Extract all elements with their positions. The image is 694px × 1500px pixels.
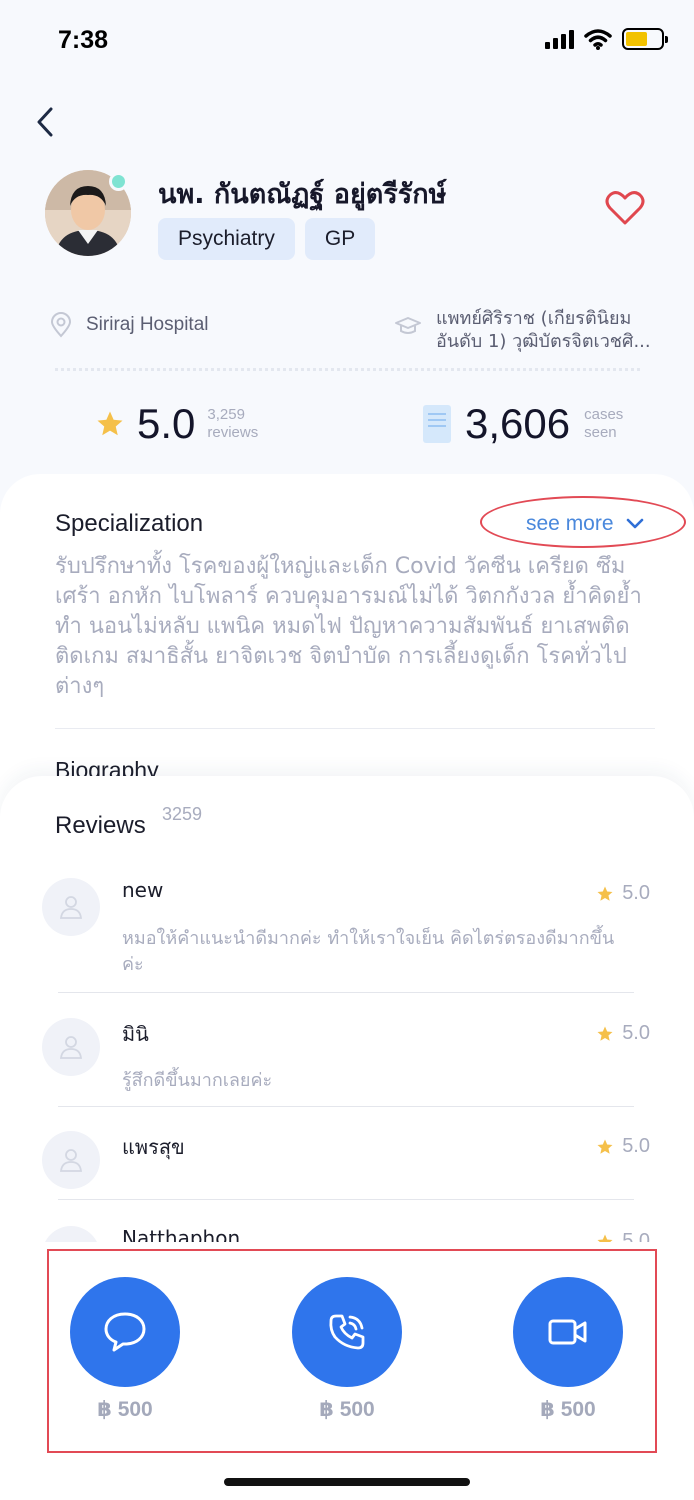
dotted-divider [55,368,640,371]
review-rating: 5.0 [596,1022,650,1045]
review-item: new 5.0 หมอให้คำแนะนำดีมากค่ะ ทำให้เราใจ… [42,878,652,996]
education-line-2: อันดับ 1) วุฒิบัตรจิตเวชศิ... [436,331,651,352]
chevron-left-icon [37,107,53,137]
online-status-indicator [109,172,128,191]
star-icon [97,411,123,436]
highlight-box [47,1249,657,1453]
tag-gp: GP [304,218,376,260]
education-line-1: แพทย์ศิริราช (เกียรตินิยม [436,308,632,329]
reviewer-name: แพรสุข [122,1135,185,1159]
reviews-count-small: 3,259 [207,406,245,423]
education-info: แพทย์ศิริราช (เกียรตินิยม อันดับ 1) วุฒิ… [394,307,666,353]
review-text: รู้สึกดีขึ้นมากเลยค่ะ [122,1070,273,1091]
home-indicator[interactable] [224,1478,470,1486]
reviews-title: Reviews [55,812,146,839]
star-icon [597,886,613,901]
cases-value: 3,606 [465,400,571,447]
review-item: แพรสุข 5.0 [42,1131,652,1203]
cases-stat: 3,606 cases seen [423,400,623,448]
favorite-button[interactable] [605,190,645,226]
star-icon [597,1139,613,1154]
review-divider [58,1199,634,1200]
review-rating: 5.0 [596,882,650,905]
specialty-tags: Psychiatry GP [158,218,376,260]
user-avatar-icon [42,1018,100,1076]
review-divider [58,1106,634,1107]
hospital-name: Siriraj Hospital [86,314,209,335]
rating-value: 5.0 [137,400,196,447]
review-item: มินิ 5.0 รู้สึกดีขึ้นมากเลยค่ะ [42,1018,652,1108]
tag-psychiatry: Psychiatry [158,218,295,260]
reviews-count: 3259 [162,804,203,824]
status-icons [545,28,668,50]
review-rating-value: 5.0 [622,1022,650,1044]
review-divider [58,992,634,993]
specialization-text: รับปรึกษาทั้ง โรคของผู้ใหญ่และเด็ก Covid… [55,554,642,699]
heart-icon [605,191,645,225]
signal-icon [545,29,574,49]
cases-label: cases [584,406,624,423]
user-avatar-icon [42,1131,100,1189]
review-rating: 5.0 [596,1135,650,1158]
battery-icon [622,28,668,50]
rating-stat: 5.0 3,259 reviews [95,400,258,448]
section-divider [55,728,655,729]
hospital-info: Siriraj Hospital [50,312,208,338]
specialization-title: Specialization [55,510,204,537]
doctor-name: นพ. กันตณัฏฐ์ อยู่ตรีรักษ์ [158,179,447,210]
user-avatar-icon [42,878,100,936]
reviewer-name: new [122,878,164,902]
reviews-label: reviews [207,424,259,441]
review-rating-value: 5.0 [622,1135,650,1157]
graduation-cap-icon [395,317,421,334]
review-text: หมอให้คำแนะนำดีมากค่ะ ทำให้เราใจเย็น คิด… [122,928,615,975]
highlight-ellipse [480,496,686,548]
wifi-icon [584,29,612,50]
review-rating-value: 5.0 [622,882,650,904]
document-icon [423,405,451,443]
location-pin-icon [50,312,72,338]
status-time: 7:38 [58,26,109,54]
back-button[interactable] [28,102,62,142]
star-icon [597,1026,613,1041]
reviewer-name: มินิ [122,1022,149,1046]
seen-label: seen [584,424,617,441]
